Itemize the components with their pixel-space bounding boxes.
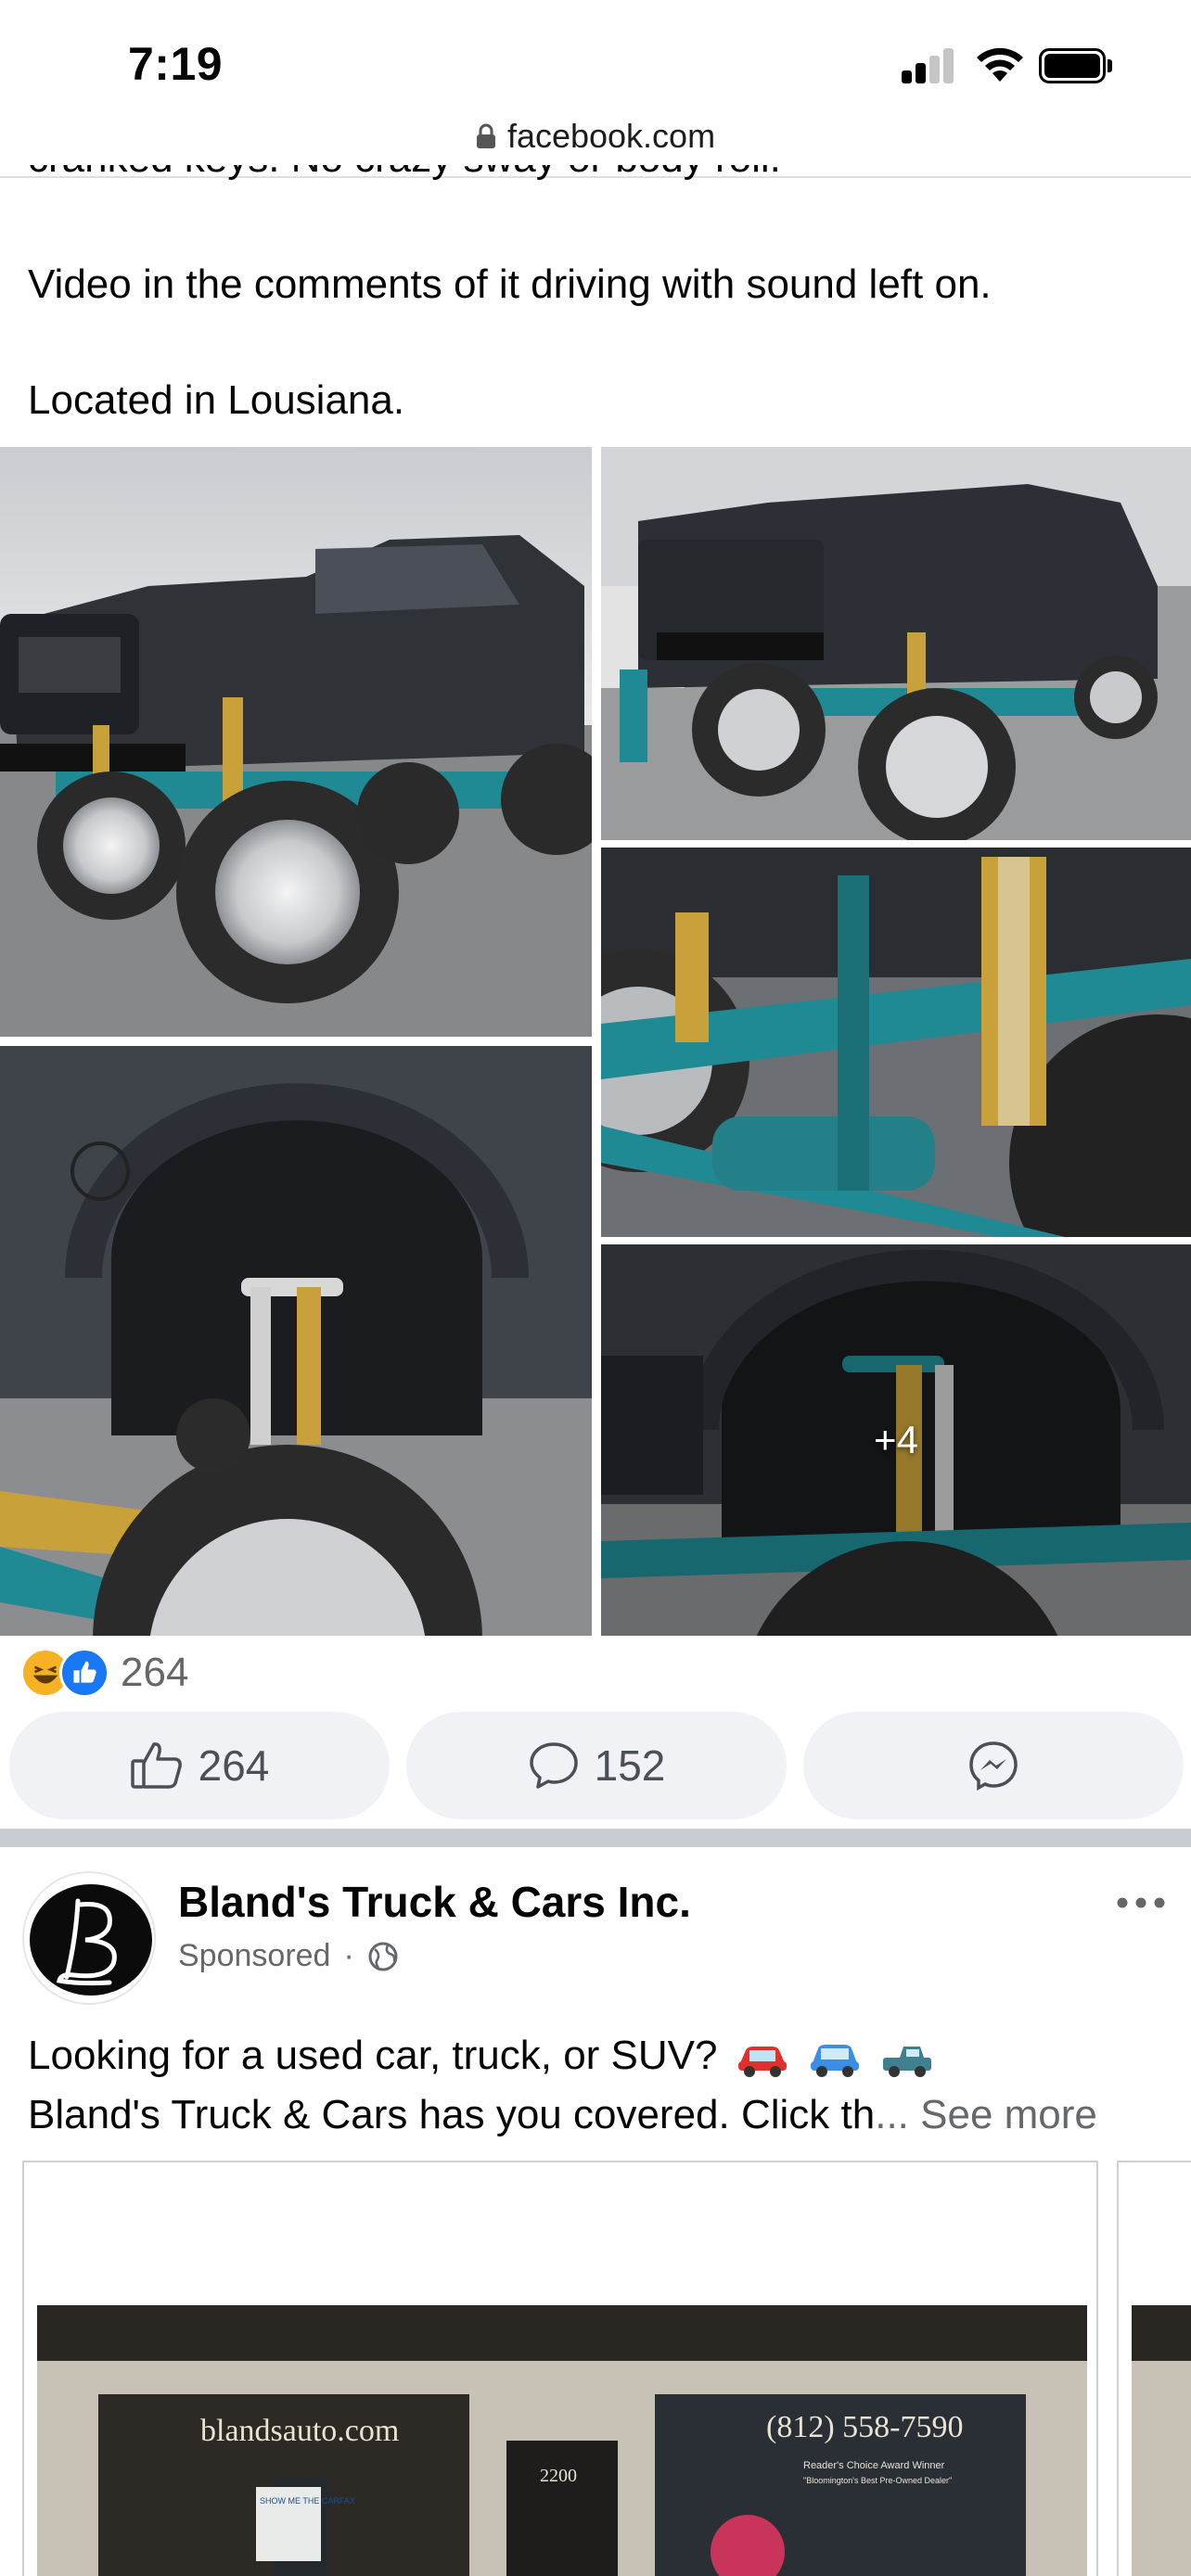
like-button[interactable]: 264 <box>9 1712 390 1819</box>
ad-phone-text: (812) 558-7590 <box>766 2410 963 2444</box>
more-photos-overlay: +4 <box>874 1418 918 1461</box>
like-count: 264 <box>198 1741 270 1790</box>
see-more-link[interactable]: See more <box>920 2092 1097 2137</box>
like-icon <box>59 1648 109 1698</box>
thumbs-up-icon <box>130 1742 182 1789</box>
status-time: 7:19 <box>128 38 224 90</box>
wheel-well-photo[interactable] <box>0 1046 592 1636</box>
comment-icon <box>529 1742 578 1789</box>
pickup-truck-icon <box>883 2047 932 2078</box>
send-messenger-button[interactable] <box>803 1712 1184 1819</box>
dealership-ad-image: blandsauto.com (812) 558-7590 2200 SHOW … <box>24 2162 1096 2576</box>
messenger-icon <box>969 1741 1018 1792</box>
comment-count: 152 <box>594 1741 666 1790</box>
ad-award-title: Reader's Choice Award Winner <box>803 2460 945 2471</box>
front-wheel-well-photo[interactable]: +4 <box>601 1244 1191 1636</box>
page-avatar[interactable] <box>22 1871 156 2005</box>
ad-address-number: 2200 <box>540 2466 577 2486</box>
ad-website-text: blandsauto.com <box>200 2414 399 2448</box>
url-text: facebook.com <box>506 117 716 155</box>
cellular-signal-icon <box>902 48 955 83</box>
sponsored-label: Sponsored <box>178 1938 331 1973</box>
ad-text-line2: Bland's Truck & Cars has you covered. Cl… <box>28 2092 1097 2137</box>
suspension-closeup-photo[interactable] <box>601 848 1191 1237</box>
ad-carfax-badge: SHOW ME THE CARFAX <box>260 2496 355 2506</box>
sponsor-page-name[interactable]: Bland's Truck & Cars Inc. <box>178 1877 691 1927</box>
ad-carousel-card-next[interactable] <box>1117 2161 1191 2576</box>
post-text-location: Located in Lousiana. <box>28 377 405 423</box>
ad-award-sub: "Bloomington's Best Pre-Owned Dealer" <box>803 2476 952 2485</box>
ad-carousel-card[interactable]: blandsauto.com (812) 558-7590 2200 SHOW … <box>22 2161 1098 2576</box>
sponsored-meta: Sponsored · <box>178 1938 399 1974</box>
meta-separator: · <box>343 1938 354 1973</box>
globe-icon <box>368 1942 398 1970</box>
ellipsis: ... <box>875 2092 909 2137</box>
feed-divider <box>0 1829 1191 1847</box>
post-text-cut-line: cranked keys. No crazy sway or body roll… <box>28 165 863 193</box>
more-options-icon[interactable] <box>1113 1892 1169 1914</box>
reaction-count: 264 <box>121 1650 189 1695</box>
post-text-video: Video in the comments of it driving with… <box>28 261 992 307</box>
comment-button[interactable]: 152 <box>406 1712 787 1819</box>
blue-car-icon <box>810 2045 859 2078</box>
ad-text-line1: Looking for a used car, truck, or SUV? <box>28 2027 935 2085</box>
lock-icon <box>476 123 495 148</box>
truck-front-photo[interactable] <box>0 447 592 1037</box>
wifi-icon <box>977 47 1023 82</box>
reactions-summary[interactable]: 264 <box>20 1645 188 1701</box>
truck-rear-photo[interactable] <box>601 447 1191 840</box>
red-car-icon <box>737 2047 787 2078</box>
battery-icon <box>1039 48 1113 83</box>
status-bar: 7:19 <box>0 0 1191 113</box>
